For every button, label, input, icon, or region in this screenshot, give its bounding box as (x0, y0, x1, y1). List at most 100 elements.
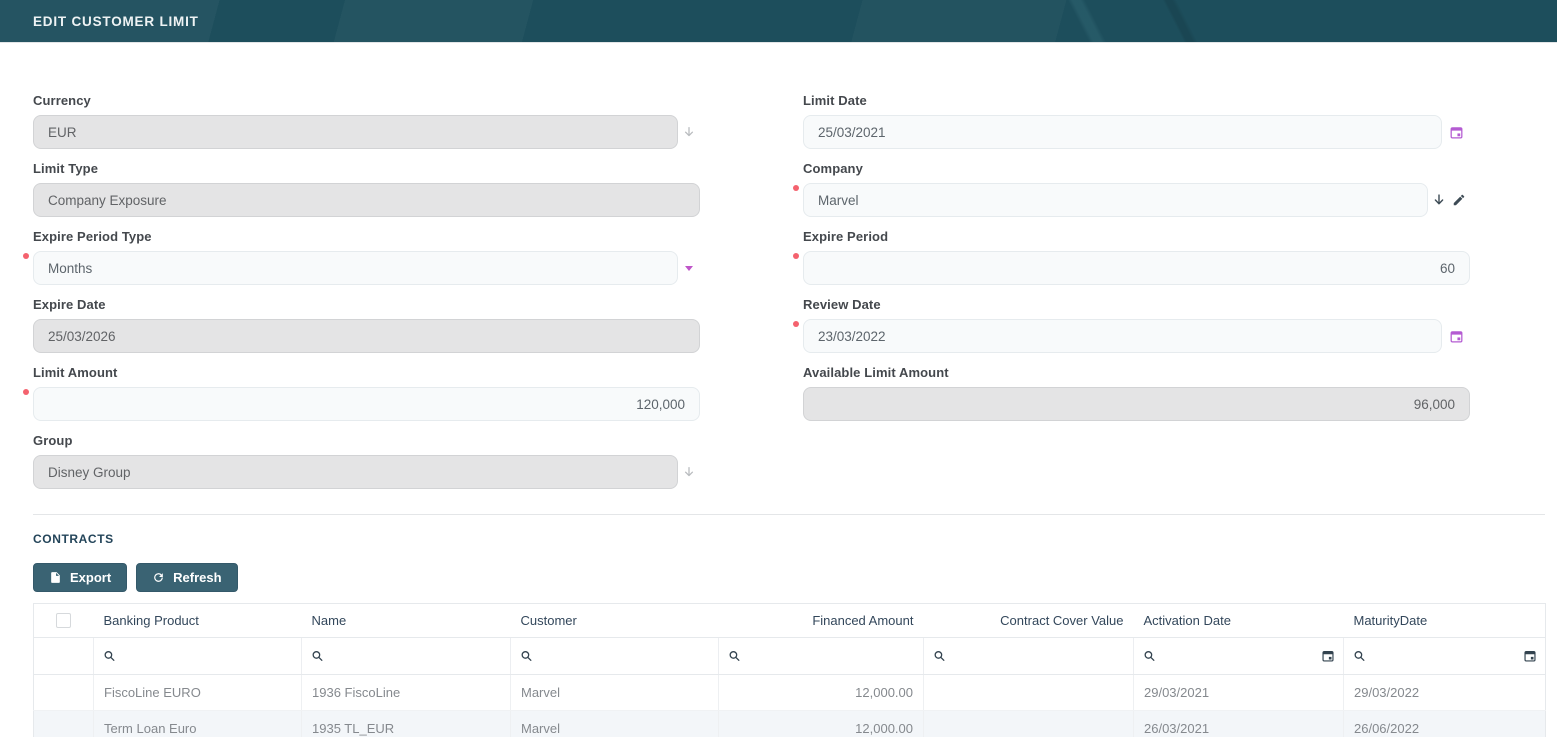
limit-type-field: Limit Type (33, 161, 700, 217)
cell-name: 1936 FiscoLine (302, 675, 511, 711)
company-edit-pencil-icon[interactable] (1452, 193, 1466, 207)
currency-input (33, 115, 678, 149)
cell-maturity-date: 26/06/2022 (1344, 711, 1546, 737)
search-icon (1143, 650, 1156, 663)
required-indicator (793, 185, 799, 191)
column-header-activation-date[interactable]: Activation Date (1134, 604, 1344, 638)
limit-amount-input[interactable] (33, 387, 700, 421)
column-header-name[interactable]: Name (302, 604, 511, 638)
group-field: Group (33, 433, 700, 489)
table-row[interactable]: Term Loan Euro 1935 TL_EUR Marvel 12,000… (34, 711, 1546, 737)
contracts-section: CONTRACTS Export Refresh Banking Product… (0, 515, 1557, 737)
search-icon (728, 650, 741, 663)
table-row[interactable]: FiscoLine EURO 1936 FiscoLine Marvel 12,… (34, 675, 1546, 711)
cell-banking-product: FiscoLine EURO (94, 675, 302, 711)
limit-date-calendar-icon[interactable] (1442, 125, 1470, 140)
refresh-button[interactable]: Refresh (136, 563, 237, 592)
review-date-field: Review Date (803, 297, 1470, 353)
refresh-icon (152, 571, 165, 584)
select-all-checkbox[interactable] (56, 613, 71, 628)
column-header-customer[interactable]: Customer (511, 604, 719, 638)
filter-name[interactable] (302, 638, 511, 675)
cell-activation-date: 29/03/2021 (1134, 675, 1344, 711)
expire-period-type-select[interactable] (33, 251, 678, 285)
filter-financed-amount[interactable] (719, 638, 924, 675)
form-left-column: Currency Limit Type Expire Period Type (33, 93, 700, 501)
expire-period-input[interactable] (803, 251, 1470, 285)
filter-activation-date[interactable] (1134, 638, 1344, 675)
filter-banking-product[interactable] (94, 638, 302, 675)
required-indicator (23, 389, 29, 395)
company-field: Company (803, 161, 1470, 217)
filter-maturity-date[interactable] (1344, 638, 1546, 675)
column-header-contract-cover-value[interactable]: Contract Cover Value (924, 604, 1134, 638)
available-limit-amount-field: Available Limit Amount (803, 365, 1470, 421)
filter-contract-cover-value[interactable] (924, 638, 1134, 675)
search-icon (933, 650, 946, 663)
search-icon (103, 650, 116, 663)
group-input (33, 455, 678, 489)
available-limit-amount-input (803, 387, 1470, 421)
form-right-column: Limit Date Company (803, 93, 1470, 501)
export-button[interactable]: Export (33, 563, 127, 592)
review-date-label: Review Date (803, 297, 1470, 312)
required-indicator (23, 253, 29, 259)
limit-date-label: Limit Date (803, 93, 1470, 108)
search-icon (311, 650, 324, 663)
cell-customer: Marvel (511, 711, 719, 737)
table-filter-row (34, 638, 1546, 675)
cell-contract-cover-value (924, 675, 1134, 711)
refresh-button-label: Refresh (173, 570, 221, 585)
group-dropdown-arrow-icon (678, 465, 700, 479)
contracts-section-title: CONTRACTS (33, 532, 1545, 546)
limit-type-label: Limit Type (33, 161, 700, 176)
cell-activation-date: 26/03/2021 (1134, 711, 1344, 737)
limit-date-field: Limit Date (803, 93, 1470, 149)
calendar-icon[interactable] (1523, 649, 1537, 663)
column-header-maturity-date[interactable]: MaturityDate (1344, 604, 1546, 638)
page-header: EDIT CUSTOMER LIMIT (0, 0, 1557, 43)
review-date-calendar-icon[interactable] (1442, 329, 1470, 344)
required-indicator (793, 321, 799, 327)
calendar-icon[interactable] (1321, 649, 1335, 663)
company-label: Company (803, 161, 1470, 176)
search-icon (1353, 650, 1366, 663)
currency-field: Currency (33, 93, 700, 149)
company-input[interactable] (803, 183, 1428, 217)
filter-customer[interactable] (511, 638, 719, 675)
cell-maturity-date: 29/03/2022 (1344, 675, 1546, 711)
cell-contract-cover-value (924, 711, 1134, 737)
expire-period-field: Expire Period (803, 229, 1470, 285)
expire-period-type-caret-down-icon[interactable] (678, 266, 700, 271)
column-header-banking-product[interactable]: Banking Product (94, 604, 302, 638)
available-limit-amount-label: Available Limit Amount (803, 365, 1470, 380)
cell-financed-amount: 12,000.00 (719, 675, 924, 711)
contracts-table: Banking Product Name Customer Financed A… (33, 603, 1546, 737)
table-header-row: Banking Product Name Customer Financed A… (34, 604, 1546, 638)
export-button-label: Export (70, 570, 111, 585)
currency-dropdown-arrow-icon (678, 125, 700, 139)
export-file-icon (49, 571, 62, 584)
expire-period-type-label: Expire Period Type (33, 229, 700, 244)
required-indicator (793, 253, 799, 259)
expire-period-type-field: Expire Period Type (33, 229, 700, 285)
limit-type-input (33, 183, 700, 217)
page-title: EDIT CUSTOMER LIMIT (33, 14, 199, 29)
limit-amount-field: Limit Amount (33, 365, 700, 421)
limit-date-input[interactable] (803, 115, 1442, 149)
expire-period-label: Expire Period (803, 229, 1470, 244)
company-dropdown-arrow-icon[interactable] (1432, 193, 1446, 207)
group-label: Group (33, 433, 700, 448)
cell-financed-amount: 12,000.00 (719, 711, 924, 737)
cell-name: 1935 TL_EUR (302, 711, 511, 737)
cell-customer: Marvel (511, 675, 719, 711)
limit-amount-label: Limit Amount (33, 365, 700, 380)
currency-label: Currency (33, 93, 700, 108)
review-date-input[interactable] (803, 319, 1442, 353)
expire-date-field: Expire Date (33, 297, 700, 353)
expire-date-label: Expire Date (33, 297, 700, 312)
cell-banking-product: Term Loan Euro (94, 711, 302, 737)
search-icon (520, 650, 533, 663)
column-header-financed-amount[interactable]: Financed Amount (719, 604, 924, 638)
expire-date-input (33, 319, 700, 353)
